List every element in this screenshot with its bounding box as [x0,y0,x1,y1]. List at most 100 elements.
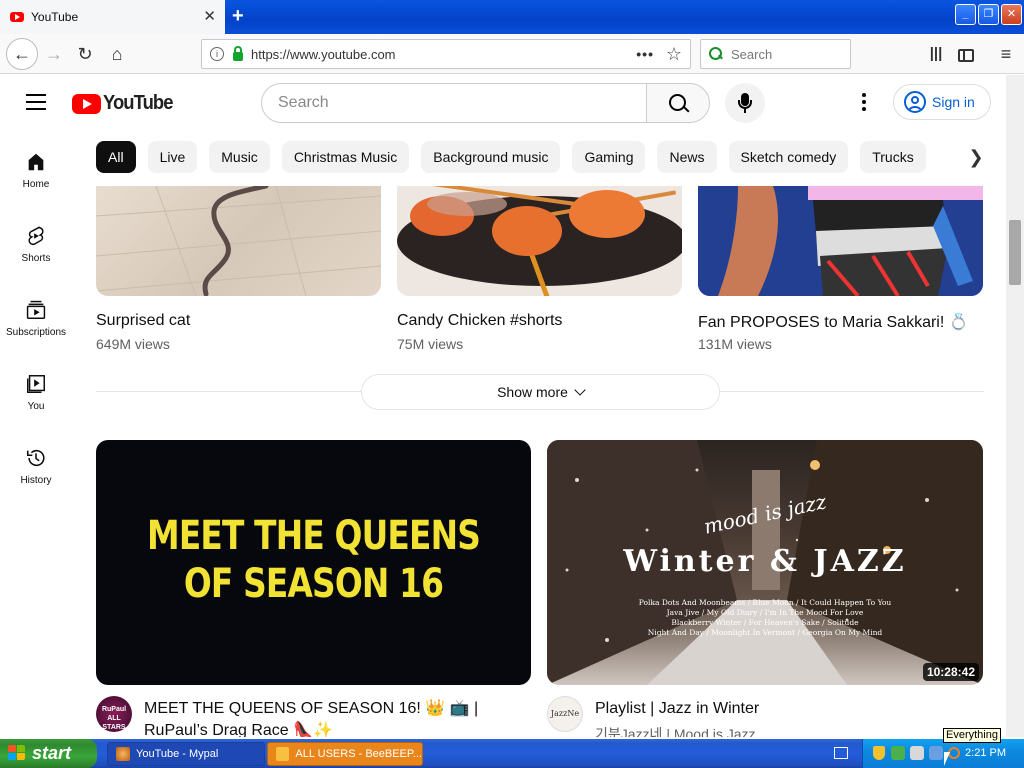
chip-gaming[interactable]: Gaming [572,141,646,173]
thumbnail-track: Blackberry Winter / For Heaven's Sake / … [671,618,859,627]
taskbar-item-label: ALL USERS - BeeBEEP... [295,748,422,760]
taskbar-item-beebeep[interactable]: ALL USERS - BeeBEEP... [267,742,423,766]
chevron-down-icon [574,384,586,396]
short-title[interactable]: Surprised cat [96,312,190,330]
microphone-stand [738,100,752,109]
youtube-masthead: YouTube Search Sign in [0,75,1006,131]
chevron-right-icon[interactable]: ❯ [966,147,986,167]
browser-search-placeholder: Search [731,46,773,62]
bookmark-star-icon[interactable]: ☆ [666,44,682,65]
microphone-leg [744,109,746,113]
channel-name[interactable]: 기분Jazz네 | Mood is Jazz [595,724,756,737]
video-duration-badge: 10:28:42 [922,663,979,681]
short-title[interactable]: Fan PROPOSES to Maria Sakkari! 💍 [698,312,969,332]
short-thumbnail[interactable] [96,186,381,296]
short-thumbnail[interactable] [397,186,682,296]
taskbar-item-youtube-mypal[interactable]: YouTube - Mypal [107,742,265,766]
thumbnail-title-text: Winter & JAZZ [623,544,907,579]
tray-app-icon[interactable] [910,746,924,760]
thumbnail-track: Java Jive / My Old Diary / I'm In The Mo… [666,608,864,617]
page-actions-icon[interactable]: ••• [636,46,654,62]
youtube-logo[interactable]: YouTube [72,92,179,115]
sign-in-label: Sign in [932,94,975,110]
scrollbar-thumb[interactable] [1009,220,1021,285]
sidebar-toggle-icon[interactable] [954,42,978,66]
reload-icon[interactable]: ↻ [73,42,97,66]
tab-close-icon[interactable]: ✕ [203,9,216,24]
thumbnail-text-line2: OF SEASON 16 [183,561,444,607]
taskbar-item-label: YouTube - Mypal [136,748,219,760]
search-placeholder: Search [278,94,329,111]
voice-search-button[interactable] [725,83,765,123]
window-maximize-button[interactable]: ❐ [978,4,999,25]
home-icon [25,151,47,173]
chip-christmas-music[interactable]: Christmas Music [281,141,410,173]
system-tray: 2:21 PM [862,739,1024,768]
chip-live[interactable]: Live [147,141,198,173]
tray-app-icon[interactable] [891,746,905,760]
thumbnail-text-line1: MEET THE QUEENS [147,513,481,559]
short-views: 131M views [698,336,772,352]
window-minimize-button[interactable]: _ [955,4,976,25]
chip-background-music[interactable]: Background music [421,141,561,173]
video-thumbnail[interactable]: MEET THE QUEENS OF SEASON 16 [96,440,531,685]
browser-tab-youtube[interactable]: YouTube ✕ [0,0,225,34]
show-desktop-icon[interactable] [834,747,848,759]
short-thumbnail[interactable] [698,186,983,296]
menu-icon[interactable]: ≡ [994,42,1018,66]
channel-avatar[interactable]: RuPaul ALL STARS [96,696,132,732]
window-close-button[interactable]: ✕ [1001,4,1022,25]
thumbnail-track-list: Polka Dots And Moonbeams / Blue Moon / I… [547,598,983,638]
start-label: start [32,743,72,763]
taskbar-clock: 2:21 PM [965,747,1006,759]
video-title[interactable]: Playlist | Jazz in Winter [595,698,759,720]
browser-navigation-bar: ← → ↻ ⌂ i https://www.youtube.com ••• ☆ … [0,34,1024,74]
video-title-line1: MEET THE QUEENS OF SEASON 16! 👑 📺 | [144,700,479,717]
show-more-button[interactable]: Show more [361,374,720,410]
tab-title: YouTube [31,10,79,24]
guide-menu-icon[interactable] [26,94,46,110]
chip-news[interactable]: News [657,141,717,173]
windows-taskbar: start YouTube - Mypal ALL USERS - BeeBEE… [0,739,1024,768]
channel-avatar[interactable]: JazzNe [547,696,583,732]
search-input[interactable]: Search [261,83,647,123]
library-icon[interactable]: ||| [924,42,948,66]
rail-item-home[interactable]: Home [0,151,72,190]
youtube-favicon-icon [10,12,24,22]
short-title[interactable]: Candy Chicken #shorts [397,312,562,330]
back-arrow-icon[interactable]: ← [6,38,38,70]
browser-search-field[interactable]: Search [700,39,851,69]
new-tab-button[interactable]: + [232,5,244,27]
mouse-cursor [944,752,954,766]
short-views: 649M views [96,336,170,352]
chip-trucks[interactable]: Trucks [860,141,926,173]
video-thumbnail[interactable]: mood is jazz Winter & JAZZ Polka Dots An… [547,440,983,685]
network-icon[interactable] [929,746,943,760]
start-button[interactable]: start [0,739,97,768]
windows-flag-icon [8,745,26,762]
short-views: 75M views [397,336,464,352]
home-icon[interactable]: ⌂ [105,42,129,66]
forward-arrow-icon[interactable]: → [42,42,66,66]
feed-content: Surprised cat 649M views Candy Chicken #… [0,186,1006,737]
sign-in-button[interactable]: Sign in [893,84,991,120]
channel-avatar-text: RuPaul ALL STARS [101,706,127,731]
chip-sketch-comedy[interactable]: Sketch comedy [728,141,849,173]
search-button[interactable] [646,83,710,123]
secure-lock-icon [233,45,243,61]
site-info-icon[interactable]: i [210,47,224,61]
mypal-browser-icon [116,747,130,761]
account-circle-icon [904,91,926,113]
chip-music[interactable]: Music [209,141,270,173]
tray-tooltip: Everything [943,728,1001,743]
youtube-logo-text: YouTube [103,92,173,114]
video-title[interactable]: MEET THE QUEENS OF SEASON 16! 👑 📺 | RuPa… [144,698,478,737]
youtube-play-logo-icon [72,93,101,114]
settings-more-icon[interactable] [862,93,866,113]
security-shield-icon[interactable] [873,746,885,760]
url-text[interactable]: https://www.youtube.com [251,47,396,62]
search-icon [709,47,723,61]
url-bar[interactable]: i https://www.youtube.com ••• ☆ [201,39,691,69]
chip-all[interactable]: All [96,141,136,173]
page-scrollbar[interactable] [1006,75,1024,737]
